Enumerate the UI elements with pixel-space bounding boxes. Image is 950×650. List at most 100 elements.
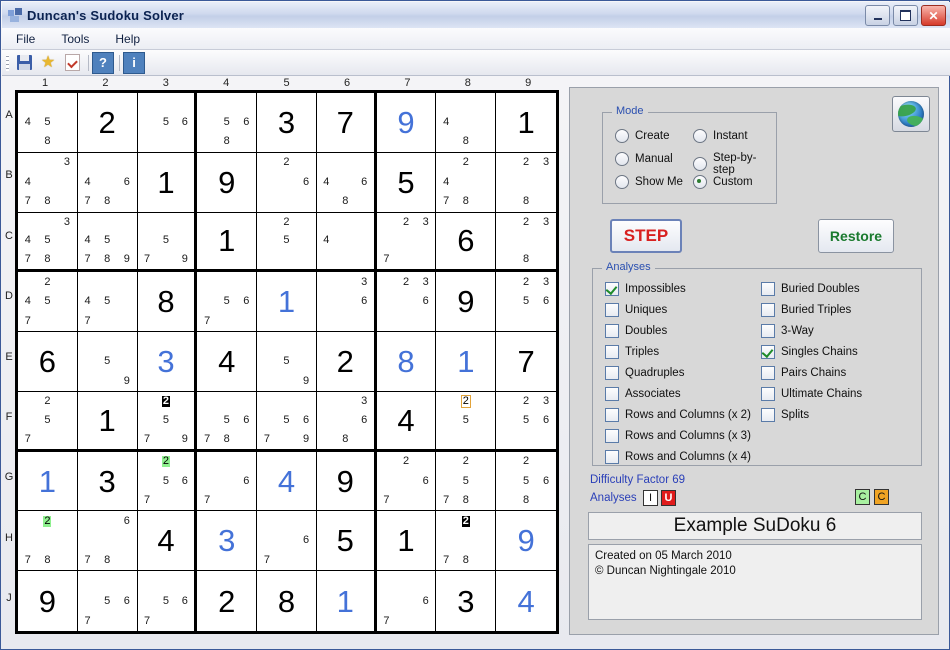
candidate-7[interactable]: 7 [197,312,217,332]
candidate-8[interactable]: 8 [97,250,117,269]
sudoku-cell-E1[interactable]: 6 [18,332,78,392]
step-button[interactable]: STEP [610,219,682,253]
sudoku-cell-F5[interactable]: 5679 [257,391,317,452]
sudoku-cell-B2[interactable]: 4678 [77,152,138,213]
candidate-2[interactable]: 2 [156,392,175,411]
candidate-9[interactable]: 9 [296,430,316,449]
mode-radio-create[interactable]: Create [615,129,670,143]
candidate-4[interactable]: 4 [18,231,38,250]
minimize-button[interactable] [865,5,890,26]
candidate-6[interactable]: 6 [536,411,556,430]
candidate-6[interactable]: 6 [175,471,194,491]
candidate-8[interactable]: 8 [38,132,58,152]
sudoku-cell-D1[interactable]: 2457 [18,272,78,333]
sudoku-cell-J5[interactable]: 8 [257,571,317,631]
sudoku-cell-D2[interactable]: 457 [77,272,138,333]
sudoku-cell-F1[interactable]: 257 [18,391,78,452]
sudoku-cell-E5[interactable]: 59 [257,332,317,392]
sudoku-cell-H4[interactable]: 3 [197,511,258,572]
candidate-6[interactable]: 6 [237,292,257,312]
sudoku-cell-F6[interactable]: 368 [316,391,377,452]
sudoku-cell-C8[interactable]: 6 [436,212,497,273]
candidate-7[interactable]: 7 [138,250,157,269]
candidate-6[interactable]: 6 [237,471,257,491]
analysis-checkbox-uniques[interactable]: Uniques [605,303,667,317]
sudoku-cell-D7[interactable]: 236 [376,272,437,333]
candidate-8[interactable]: 8 [456,551,476,571]
sudoku-grid[interactable]: 4582565683794813478467819264685247823834… [15,90,559,634]
mode-radio-manual[interactable]: Manual [615,152,673,166]
sudoku-cell-J3[interactable]: 567 [137,571,198,631]
candidate-6[interactable]: 6 [237,113,257,133]
candidate-6[interactable]: 6 [237,411,257,430]
sudoku-cell-B5[interactable]: 26 [257,152,317,213]
sudoku-cell-B1[interactable]: 3478 [18,152,78,213]
sudoku-cell-A1[interactable]: 458 [18,93,78,153]
candidate-8[interactable]: 8 [97,551,117,571]
candidate-5[interactable]: 5 [456,411,476,430]
sudoku-cell-E4[interactable]: 4 [197,332,258,392]
sudoku-cell-C3[interactable]: 579 [137,212,198,273]
candidate-4[interactable]: 4 [436,113,456,133]
candidate-6[interactable]: 6 [416,471,436,491]
candidate-8[interactable]: 8 [516,491,536,511]
sudoku-cell-H5[interactable]: 67 [257,511,317,572]
sudoku-cell-C4[interactable]: 1 [197,212,258,273]
globe-icon[interactable] [892,96,930,132]
sudoku-cell-G2[interactable]: 3 [77,451,138,512]
sudoku-cell-A7[interactable]: 9 [376,93,437,153]
analysis-checkbox-triples[interactable]: Triples [605,345,659,359]
candidate-8[interactable]: 8 [38,250,58,269]
candidate-2[interactable]: 2 [396,213,416,232]
candidate-6[interactable]: 6 [536,471,556,491]
analysis-checkbox-associates[interactable]: Associates [605,387,681,401]
sudoku-cell-J7[interactable]: 67 [376,571,437,631]
sudoku-cell-J4[interactable]: 2 [197,571,258,631]
sudoku-cell-D4[interactable]: 567 [197,272,258,333]
candidate-9[interactable]: 9 [175,250,194,269]
candidate-2[interactable]: 2 [156,452,175,472]
candidate-5[interactable]: 5 [97,292,117,312]
sudoku-cell-A3[interactable]: 56 [137,93,198,153]
sudoku-cell-E2[interactable]: 59 [77,332,138,392]
sudoku-cell-B6[interactable]: 468 [316,152,377,213]
candidate-5[interactable]: 5 [97,352,117,372]
candidate-4[interactable]: 4 [317,231,336,250]
candidate-7[interactable]: 7 [138,430,157,449]
sudoku-cell-D3[interactable]: 8 [137,272,198,333]
menu-tools[interactable]: Tools [61,32,89,46]
sudoku-cell-H1[interactable]: 278 [18,511,78,572]
candidate-7[interactable]: 7 [436,491,456,511]
candidate-7[interactable]: 7 [78,192,98,212]
analysis-checkbox-rows-and-columns-x-4-[interactable]: Rows and Columns (x 4) [605,450,751,464]
candidate-6[interactable]: 6 [355,292,374,312]
candidate-7[interactable]: 7 [138,491,157,511]
sudoku-cell-E9[interactable]: 7 [496,332,556,392]
candidate-8[interactable]: 8 [516,192,536,212]
candidate-4[interactable]: 4 [78,231,98,250]
sudoku-cell-E6[interactable]: 2 [316,332,377,392]
info-button[interactable]: i [123,51,145,74]
sudoku-cell-J8[interactable]: 3 [436,571,497,631]
maximize-button[interactable] [893,5,918,26]
sudoku-cell-G3[interactable]: 2567 [137,451,198,512]
candidate-6[interactable]: 6 [355,411,374,430]
candidate-9[interactable]: 9 [175,430,194,449]
analysis-checkbox-rows-and-columns-x-3-[interactable]: Rows and Columns (x 3) [605,429,751,443]
candidate-2[interactable]: 2 [516,213,536,232]
candidate-5[interactable]: 5 [156,411,175,430]
impossibles-badge[interactable]: I [643,490,658,506]
sudoku-cell-J1[interactable]: 9 [18,571,78,631]
candidate-5[interactable]: 5 [217,113,237,133]
sudoku-cell-H6[interactable]: 5 [316,511,377,572]
sudoku-cell-F4[interactable]: 56 78 [197,391,258,452]
candidate-7[interactable]: 7 [138,611,157,631]
analysis-checkbox-splits[interactable]: Splits [761,408,809,422]
candidate-3[interactable]: 3 [416,272,436,292]
sudoku-cell-C1[interactable]: 34578 [18,212,78,273]
sudoku-cell-A2[interactable]: 2 [77,93,138,153]
candidate-6[interactable]: 6 [296,531,316,551]
sudoku-cell-H8[interactable]: 278 [436,511,497,572]
sudoku-cell-G1[interactable]: 1 [18,451,78,512]
sudoku-cell-F8[interactable]: 25 [436,391,497,452]
